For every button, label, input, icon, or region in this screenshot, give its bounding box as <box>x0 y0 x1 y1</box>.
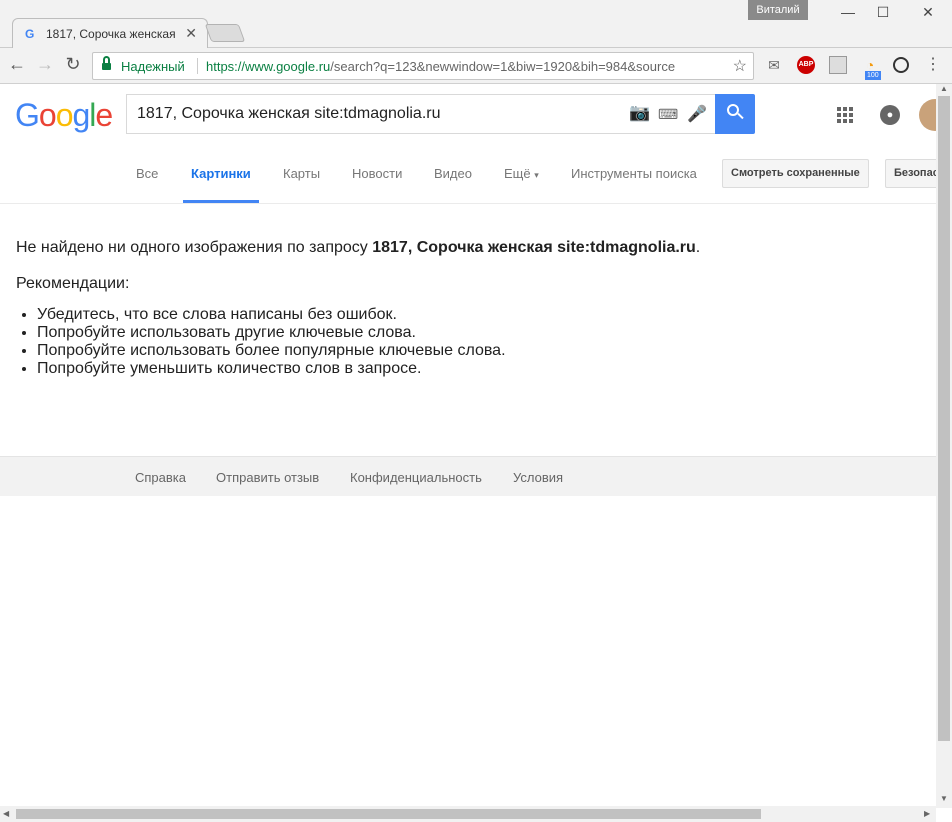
address-bar[interactable]: Надежный https://www.google.ru/search?q=… <box>92 52 754 80</box>
profile-badge[interactable]: Виталий <box>748 0 808 20</box>
new-tab-button[interactable] <box>204 24 246 42</box>
search-tabs: Все Картинки Карты Новости Видео Ещё ▾ И… <box>0 144 945 204</box>
footer-link-privacy[interactable]: Конфиденциальность <box>350 470 482 485</box>
url-text[interactable]: https://www.google.ru/search?q=123&newwi… <box>206 59 728 74</box>
mail-icon[interactable]: ✉ <box>765 56 783 74</box>
scroll-up-icon[interactable]: ▲ <box>940 84 948 93</box>
saved-images-button[interactable]: Смотреть сохраненные <box>722 159 869 188</box>
menu-icon[interactable]: ⋮ <box>922 54 944 74</box>
extension-icon[interactable] <box>829 56 847 74</box>
horizontal-scroll-thumb[interactable] <box>16 809 761 819</box>
bookmark-star-icon[interactable]: ☆ <box>733 56 747 76</box>
tab-title: 1817, Сорочка женская <box>46 27 176 41</box>
adblock-icon[interactable]: ABP <box>797 56 815 74</box>
tab-news[interactable]: Новости <box>352 166 402 181</box>
horizontal-scrollbar[interactable]: ◀ ▶ <box>0 806 936 822</box>
scroll-right-icon[interactable]: ▶ <box>924 809 930 818</box>
privacy-icon[interactable] <box>893 57 909 73</box>
footer-link-terms[interactable]: Условия <box>513 470 563 485</box>
apps-icon[interactable] <box>837 107 853 123</box>
divider <box>197 58 198 74</box>
vertical-scroll-thumb[interactable] <box>938 96 950 741</box>
recommendations-title: Рекомендации: <box>16 275 130 292</box>
tab-images[interactable]: Картинки <box>191 166 251 181</box>
tab-video[interactable]: Видео <box>434 166 472 181</box>
search-query: 1817, Сорочка женская site:tdmagnolia.ru <box>137 105 441 122</box>
url-path: /search?q=123&newwindow=1&biw=1920&bih=9… <box>330 59 676 74</box>
secure-label: Надежный <box>121 59 185 74</box>
google-header: Google 1817, Сорочка женская site:tdmagn… <box>0 84 951 144</box>
lock-icon <box>102 56 111 70</box>
footer-link-feedback[interactable]: Отправить отзыв <box>216 470 319 485</box>
tab-more-label: Ещё <box>504 166 531 181</box>
browser-tabstrip: G 1817, Сорочка женская ✕ Виталий — ☐ ✕ <box>0 0 952 48</box>
search-input[interactable]: 1817, Сорочка женская site:tdmagnolia.ru… <box>126 94 716 134</box>
vertical-scrollbar[interactable]: ▲ ▼ <box>936 84 952 808</box>
scroll-left-icon[interactable]: ◀ <box>3 809 9 818</box>
scroll-down-icon[interactable]: ▼ <box>940 794 948 803</box>
notifications-icon[interactable]: ● <box>880 105 900 125</box>
active-tab-indicator <box>183 200 259 203</box>
page-footer: Справка Отправить отзыв Конфиденциальнос… <box>0 456 936 496</box>
not-found-suffix: . <box>695 239 701 256</box>
browser-tab[interactable]: G 1817, Сорочка женская ✕ <box>12 18 208 48</box>
google-favicon-icon: G <box>25 27 35 41</box>
tab-all[interactable]: Все <box>136 166 158 181</box>
keyboard-icon[interactable]: ⌨ <box>658 106 678 123</box>
tips-list: Убедитесь, что все слова написаны без ош… <box>37 306 916 378</box>
list-item: Попробуйте использовать другие ключевые … <box>37 324 916 342</box>
reload-icon[interactable]: ↻ <box>62 54 84 75</box>
not-found-text: Не найдено ни одного изображения по запр… <box>16 238 916 258</box>
not-found-prefix: Не найдено ни одного изображения по запр… <box>16 239 373 256</box>
maximize-icon[interactable]: ☐ <box>873 4 893 21</box>
list-item: Попробуйте использовать более популярные… <box>37 342 916 360</box>
microphone-icon[interactable]: 🎤 <box>687 104 707 124</box>
search-button[interactable] <box>715 94 755 134</box>
back-icon[interactable]: ← <box>6 54 28 75</box>
close-tab-icon[interactable]: ✕ <box>185 25 197 42</box>
no-results-message: Не найдено ни одного изображения по запр… <box>16 238 916 378</box>
footer-link-help[interactable]: Справка <box>135 470 186 485</box>
tab-maps[interactable]: Карты <box>283 166 320 181</box>
not-found-query: 1817, Сорочка женская site:tdmagnolia.ru <box>372 239 696 256</box>
dropdown-arrow-icon: ▾ <box>534 170 539 180</box>
camera-icon[interactable]: 📷 <box>629 103 650 123</box>
list-item: Попробуйте уменьшить количество слов в з… <box>37 360 916 378</box>
url-host: https://www.google.ru <box>206 59 331 74</box>
google-logo[interactable]: Google <box>15 97 113 134</box>
forward-icon[interactable]: → <box>34 54 56 75</box>
browser-toolbar: ← → ↻ Надежный https://www.google.ru/sea… <box>0 48 952 84</box>
tab-more[interactable]: Ещё ▾ <box>504 166 539 181</box>
rss-count-badge: 100 <box>865 71 881 80</box>
list-item: Убедитесь, что все слова написаны без ош… <box>37 306 916 324</box>
tab-search-tools[interactable]: Инструменты поиска <box>571 166 697 181</box>
minimize-icon[interactable]: — <box>838 4 858 20</box>
close-window-icon[interactable]: ✕ <box>918 4 938 21</box>
